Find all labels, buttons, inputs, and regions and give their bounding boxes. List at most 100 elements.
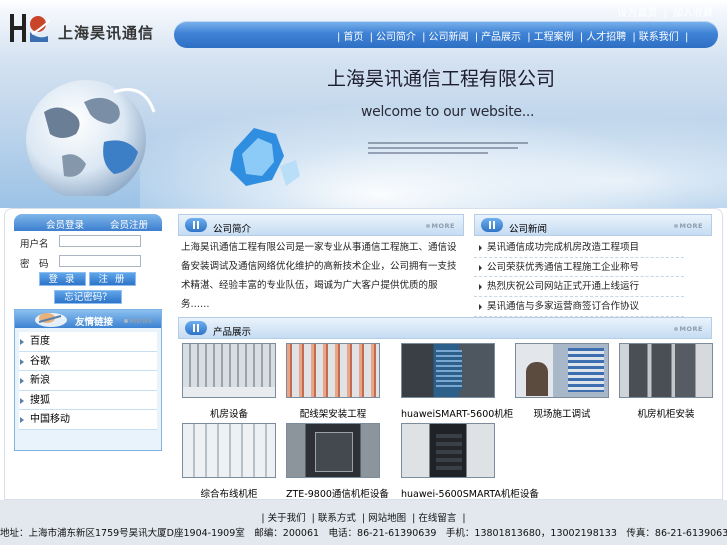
footer-link-sitemap[interactable]: 网站地图 bbox=[368, 513, 406, 524]
product-caption: huawei-5600SMARTA机柜设备 bbox=[401, 489, 539, 500]
product-image[interactable] bbox=[401, 423, 495, 478]
news-list: 昊讯通信成功完成机房改造工程项目 公司荣获优秀通信工程施工企业称号 热烈庆祝公司… bbox=[474, 238, 684, 317]
arrow-icon bbox=[20, 397, 24, 404]
password-input[interactable] bbox=[59, 255, 141, 267]
list-item[interactable]: 百度 bbox=[19, 332, 157, 352]
nav-about[interactable]: 公司简介 bbox=[376, 32, 416, 43]
dot-icon bbox=[123, 318, 128, 323]
list-item[interactable]: 公司荣获优秀通信工程施工企业称号 bbox=[474, 258, 684, 278]
site-header: 上海昊讯通信 设为首页 | 加入收藏 | 首页 | 公司简介 | 公司新闻 | 产品展示… bbox=[0, 0, 727, 208]
pause-badge-icon bbox=[185, 218, 207, 232]
product-image[interactable] bbox=[182, 423, 276, 478]
arrow-icon bbox=[20, 339, 24, 345]
set-homepage-link[interactable]: 设为首页 bbox=[617, 8, 657, 19]
list-item[interactable]: 搜狐 bbox=[19, 391, 157, 410]
product-card: ZTE-9800通信机柜设备 bbox=[286, 423, 389, 500]
products-section-bar: 产品展示 MORE bbox=[178, 317, 712, 339]
footer-contact-info: 地址：上海市浦东新区1759号昊讯大厦D座1904-1909室 邮编：20006… bbox=[0, 528, 727, 539]
products-title: 产品展示 bbox=[213, 327, 252, 338]
add-favorite-link[interactable]: 加入收藏 bbox=[673, 8, 713, 19]
list-item[interactable]: 新浪 bbox=[19, 371, 157, 391]
main-nav: | 首页 | 公司简介 | 公司新闻 | 产品展示 | 工程案例 | 人才招聘 | 联系我们 … bbox=[174, 21, 718, 48]
username-input[interactable] bbox=[59, 235, 141, 247]
arrow-icon bbox=[20, 417, 24, 423]
product-image[interactable] bbox=[515, 343, 609, 398]
pause-badge-icon bbox=[185, 321, 207, 335]
product-image[interactable] bbox=[286, 343, 380, 398]
product-image[interactable] bbox=[286, 423, 380, 478]
product-image[interactable] bbox=[401, 343, 495, 398]
nav-news[interactable]: 公司新闻 bbox=[429, 32, 469, 43]
list-item[interactable]: 昊讯通信成功完成机房改造工程项目 bbox=[474, 238, 684, 258]
dot-icon bbox=[673, 223, 678, 228]
product-image[interactable] bbox=[182, 343, 276, 398]
top-links: 设为首页 | 加入收藏 bbox=[617, 8, 713, 19]
product-card: 配线架安装工程 bbox=[286, 343, 380, 420]
product-caption: 机房设备 bbox=[209, 409, 248, 420]
arrow-icon bbox=[479, 284, 482, 291]
about-more-link[interactable]: MORE bbox=[425, 221, 455, 230]
globe-icon bbox=[26, 80, 156, 196]
register-button[interactable]: 注 册 bbox=[89, 272, 136, 286]
product-card: 机房机柜安装 bbox=[619, 343, 713, 420]
footer-link-contact[interactable]: 联系方式 bbox=[318, 513, 356, 524]
product-card: 现场施工调试 bbox=[515, 343, 609, 420]
product-caption: 配线架安装工程 bbox=[299, 409, 367, 420]
decorative-fine-print bbox=[368, 142, 538, 158]
nav-jobs[interactable]: 人才招聘 bbox=[586, 32, 626, 43]
footer-link-about[interactable]: 关于我们 bbox=[268, 513, 306, 524]
list-item[interactable]: 热烈庆祝公司网站正式开通上线运行 bbox=[474, 277, 684, 298]
arrow-icon bbox=[20, 378, 24, 384]
friend-links-more-link[interactable]: MORE bbox=[123, 316, 153, 325]
product-card: huaweiSMART-5600机柜 bbox=[401, 343, 514, 420]
nav-products[interactable]: 产品展示 bbox=[481, 32, 521, 43]
site-logo[interactable]: 上海昊讯通信 bbox=[6, 8, 166, 48]
products-more-link[interactable]: MORE bbox=[673, 324, 703, 333]
nav-home[interactable]: 首页 bbox=[343, 32, 363, 43]
about-title: 公司简介 bbox=[213, 224, 252, 235]
company-title: 上海昊讯通信工程有限公司 bbox=[327, 68, 556, 90]
list-item[interactable]: 谷歌 bbox=[19, 352, 157, 371]
tab-member-register[interactable]: 会员注册 bbox=[110, 217, 148, 231]
news-title: 公司新闻 bbox=[509, 224, 548, 235]
login-button[interactable]: 登 录 bbox=[39, 272, 86, 286]
dot-icon bbox=[673, 326, 678, 331]
forgot-password-button[interactable]: 忘记密码？ bbox=[54, 290, 122, 304]
arrow-icon bbox=[479, 245, 482, 251]
friend-links-panel: 友情链接 百度 谷歌 新浪 搜狐 中国移动 MORE bbox=[14, 309, 162, 451]
username-label: 用户名 bbox=[20, 239, 49, 250]
news-section-bar: 公司新闻 MORE bbox=[474, 214, 712, 236]
news-more-link[interactable]: MORE bbox=[673, 221, 703, 230]
puzzle-piece-icon bbox=[230, 128, 300, 186]
product-caption: huaweiSMART-5600机柜 bbox=[401, 409, 514, 420]
logo-mark-icon bbox=[10, 14, 51, 42]
footer-links: | 关于我们 | 联系方式 | 网站地图 | 在线留言 | bbox=[261, 513, 466, 524]
password-label: 密 码 bbox=[20, 259, 49, 270]
list-item[interactable]: 昊讯通信与多家运营商签订合作协议 bbox=[474, 297, 684, 317]
arrow-icon bbox=[479, 264, 482, 271]
product-card: 机房设备 bbox=[182, 343, 276, 420]
product-image[interactable] bbox=[619, 343, 713, 398]
login-box: 会员登录 会员注册 用户名 密 码 登 录 注 册 忘记密码？ bbox=[14, 214, 162, 308]
brand-name: 上海昊讯通信 bbox=[58, 24, 155, 42]
nav-contact[interactable]: 联系我们 bbox=[639, 32, 679, 43]
list-item[interactable]: 中国移动 bbox=[19, 410, 157, 430]
arrow-icon bbox=[20, 358, 24, 365]
about-text: 上海昊讯通信工程有限公司是一家专业从事通信工程施工、通信设备安装调试及通信网络优… bbox=[181, 242, 457, 310]
handshake-icon bbox=[35, 313, 67, 327]
footer-link-message[interactable]: 在线留言 bbox=[418, 513, 456, 524]
arrow-icon bbox=[479, 304, 482, 311]
friend-links-list: 百度 谷歌 新浪 搜狐 中国移动 bbox=[19, 332, 157, 430]
product-card: 综合布线机柜 bbox=[182, 423, 276, 500]
product-caption: ZTE-9800通信机柜设备 bbox=[286, 489, 389, 500]
site-footer: | 关于我们 | 联系方式 | 网站地图 | 在线留言 | 地址：上海市浦东新区1759… bbox=[0, 500, 727, 545]
product-caption: 现场施工调试 bbox=[533, 409, 591, 420]
tab-member-login[interactable]: 会员登录 bbox=[46, 217, 84, 231]
about-section-bar: 公司简介 MORE bbox=[178, 214, 464, 236]
login-tabs: 会员登录 会员注册 bbox=[14, 214, 162, 231]
friend-links-title: 友情链接 bbox=[75, 317, 114, 328]
dot-icon bbox=[425, 223, 430, 228]
product-caption: 机房机柜安装 bbox=[637, 409, 695, 420]
nav-cases[interactable]: 工程案例 bbox=[534, 32, 574, 43]
welcome-text: welcome to our website... bbox=[361, 104, 535, 120]
